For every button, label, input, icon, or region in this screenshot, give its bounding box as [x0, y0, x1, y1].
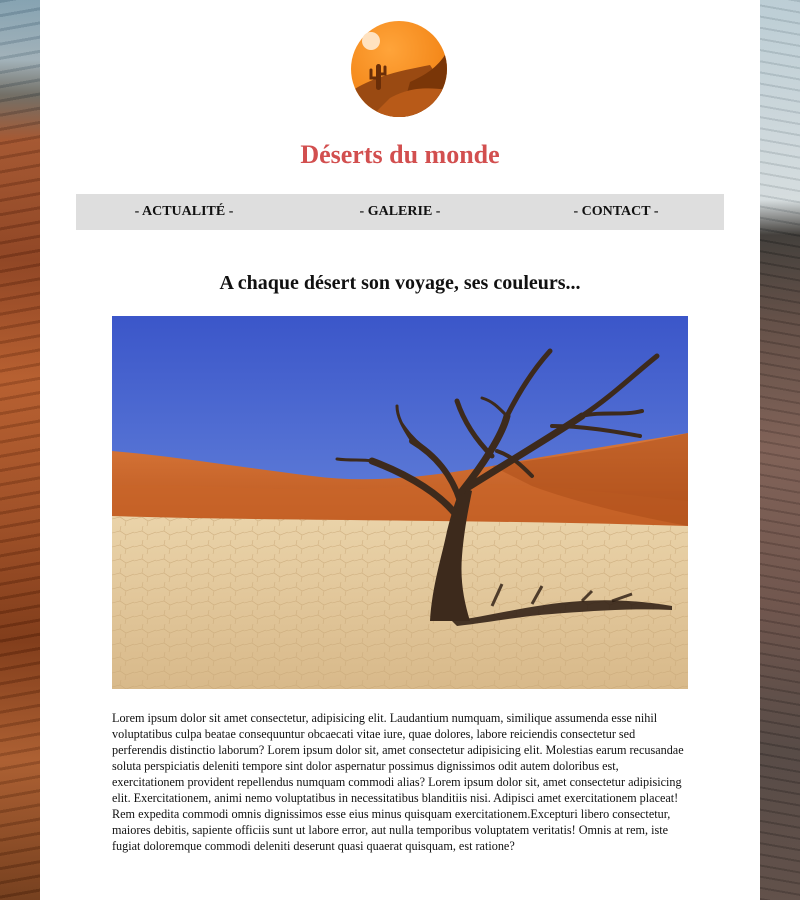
- nav-item-galerie[interactable]: - GALERIE -: [292, 204, 508, 220]
- section-heading: A chaque désert son voyage, ses couleurs…: [219, 272, 581, 294]
- site-title: Déserts du monde: [300, 140, 500, 169]
- main-nav: - ACTUALITÉ - - GALERIE - - CONTACT -: [76, 194, 724, 230]
- desert-cactus-logo-icon[interactable]: [350, 20, 448, 118]
- background-canyon-left: [0, 0, 40, 900]
- nav-item-contact[interactable]: - CONTACT -: [508, 204, 724, 220]
- page-container: Déserts du monde - ACTUALITÉ - - GALERIE…: [40, 0, 760, 900]
- body-paragraph: Lorem ipsum dolor sit amet consectetur, …: [112, 711, 684, 853]
- nav-item-actualite[interactable]: - ACTUALITÉ -: [76, 204, 292, 220]
- dead-tree-desert-photo: [112, 316, 688, 689]
- background-canyon-right: [760, 0, 800, 900]
